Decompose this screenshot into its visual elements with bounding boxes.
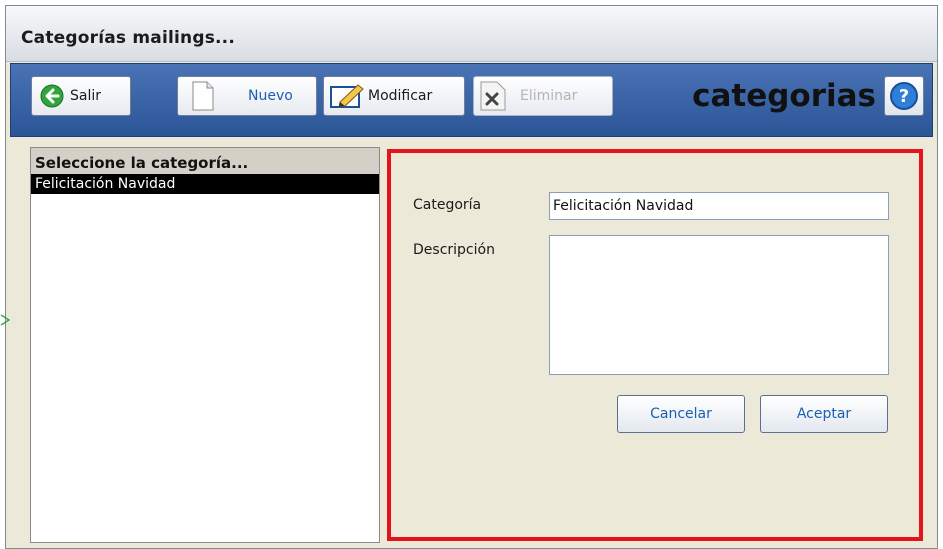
- edit-pencil-icon: [330, 82, 366, 110]
- window-title: Categorías mailings...: [21, 28, 236, 48]
- list-header: Seleccione la categoría...: [31, 148, 379, 174]
- categoria-label: Categoría: [413, 197, 482, 213]
- eliminar-button[interactable]: Eliminar: [473, 76, 613, 116]
- new-document-icon: [192, 81, 214, 111]
- category-form-panel: Categoría Felicitación Navidad Descripci…: [387, 149, 923, 541]
- accept-button[interactable]: Aceptar: [760, 395, 888, 433]
- eliminar-label: Eliminar: [520, 88, 578, 104]
- list-item[interactable]: Felicitación Navidad: [31, 174, 379, 194]
- arrow-pointer-icon: [0, 312, 11, 331]
- category-list-panel: Seleccione la categoría... Felicitación …: [30, 147, 380, 543]
- salir-label: Salir: [70, 88, 102, 104]
- modificar-label: Modificar: [368, 88, 433, 104]
- section-heading: categorias: [692, 78, 876, 114]
- svg-text:?: ?: [899, 86, 909, 107]
- help-button[interactable]: ?: [884, 76, 924, 116]
- salir-button[interactable]: Salir: [31, 76, 131, 116]
- toolbar: Salir Nuevo Modificar Eliminar categoria…: [10, 63, 933, 137]
- modificar-button[interactable]: Modificar: [323, 76, 465, 116]
- nuevo-label: Nuevo: [248, 88, 293, 104]
- descripcion-label: Descripción: [413, 242, 495, 258]
- help-question-icon: ?: [889, 81, 919, 111]
- nuevo-button[interactable]: Nuevo: [177, 76, 317, 116]
- delete-x-icon: [480, 81, 506, 111]
- back-arrow-icon: [40, 84, 64, 108]
- categoria-input[interactable]: Felicitación Navidad: [549, 192, 889, 220]
- cancel-button[interactable]: Cancelar: [617, 395, 745, 433]
- app-window: Categorías mailings... Salir Nuevo Modif…: [5, 5, 938, 549]
- title-bar: Categorías mailings...: [6, 6, 937, 62]
- descripcion-textarea[interactable]: [549, 235, 889, 375]
